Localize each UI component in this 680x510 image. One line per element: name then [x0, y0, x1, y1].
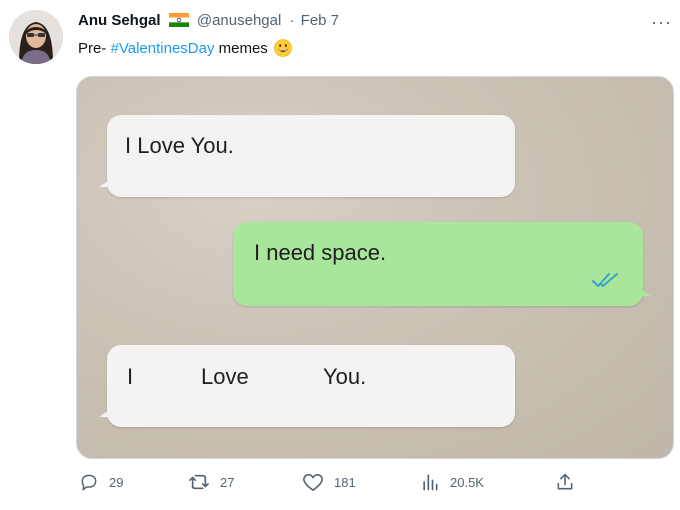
view-count: 20.5K	[450, 474, 484, 490]
message-word: I	[127, 364, 134, 389]
author-handle[interactable]: @anusehgal	[197, 12, 281, 29]
message-word: Love	[201, 364, 249, 389]
message-word: You.	[323, 364, 367, 389]
heart-icon	[303, 473, 323, 491]
india-flag-icon	[168, 13, 189, 31]
views-chart-icon	[423, 474, 438, 491]
bubble-tail	[639, 288, 651, 296]
tweet-text: Pre- #ValentinesDay memes	[78, 39, 292, 57]
profile-photo	[9, 10, 63, 64]
reply-icon	[81, 474, 97, 491]
author-name[interactable]: Anu Sehgal	[78, 12, 161, 29]
tweet-date[interactable]: Feb 7	[301, 12, 339, 29]
bubble-tail	[99, 409, 111, 417]
chat-bubble-incoming: I Love You.	[99, 345, 515, 427]
retweet-count: 27	[220, 474, 235, 490]
separator-dot: ·	[289, 12, 295, 29]
reply-count: 29	[109, 474, 124, 490]
reply-button[interactable]: 29	[79, 472, 123, 492]
tweet-header: Anu Sehgal @anusehgal · Feb 7	[78, 12, 339, 31]
bubble-tail	[99, 179, 111, 187]
more-options-icon[interactable]: ···	[651, 12, 672, 33]
tweet-actions: 29 27 181 20.5K	[0, 472, 680, 496]
text-prefix: Pre-	[78, 40, 111, 57]
like-count: 181	[334, 474, 356, 490]
chat-bubble-outgoing: I need space.	[233, 222, 651, 306]
share-icon	[557, 473, 573, 490]
message-text: I Love You.	[125, 133, 234, 158]
like-button[interactable]: 181	[302, 472, 356, 492]
read-ticks-icon	[591, 268, 621, 294]
share-button[interactable]	[555, 472, 585, 492]
message-text: I need space.	[254, 240, 387, 265]
grinning-face-emoji-icon	[274, 39, 292, 57]
avatar[interactable]	[9, 10, 63, 64]
hashtag-link[interactable]: #ValentinesDay	[111, 40, 215, 57]
tweet-image[interactable]: I Love You. I need space. I Love You.	[76, 76, 674, 459]
retweet-icon	[189, 474, 209, 490]
text-suffix: memes	[214, 40, 268, 57]
views-button[interactable]: 20.5K	[420, 472, 484, 492]
retweet-button[interactable]: 27	[188, 472, 234, 492]
chat-bubble-incoming: I Love You.	[99, 115, 515, 197]
